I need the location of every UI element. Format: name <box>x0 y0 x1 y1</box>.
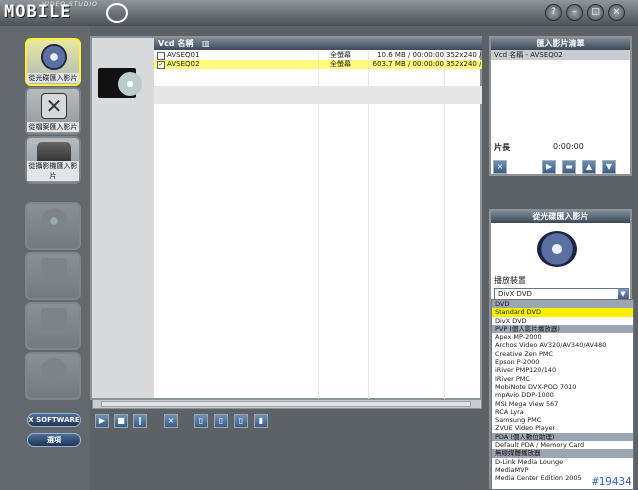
duration-row: 片長 0:00:00 <box>491 142 630 154</box>
logo-mark-icon <box>106 3 128 23</box>
sidebar-item-label: 從攝影機匯入影片 <box>27 161 79 181</box>
dropdown-option[interactable]: D-Link Media Lounge <box>492 458 633 466</box>
sidebar-item-photo <box>25 252 81 300</box>
disc-import-icon <box>537 231 577 267</box>
disc-thumbnail-area <box>92 38 154 398</box>
view-mode-2-icon[interactable]: ▯ <box>214 414 228 428</box>
title-bar: MOBILE VIDEO STUDIO ? – □ × <box>0 0 638 26</box>
dropdown-option[interactable]: Archos Video AV320/AV340/AV480 <box>492 341 633 349</box>
close-icon[interactable]: × <box>608 4 625 21</box>
list-item[interactable]: Vcd 名稱 - AVSEQ02 <box>491 50 630 60</box>
play-preview-icon[interactable]: ▶ <box>542 160 556 174</box>
x-software-button[interactable]: X SOFTWARE <box>27 413 81 427</box>
file-list-header: Vcd 名稱 ▥ <box>154 38 482 50</box>
row-info: 10.6 MB / 00:00:00 <box>377 51 444 59</box>
device-dropdown-list[interactable]: DVD Standard DVD DivX DVD PVP (個人影片播放器) Apex… <box>491 299 634 490</box>
scrollbar-thumb[interactable] <box>101 401 471 407</box>
restore-icon[interactable]: □ <box>587 4 604 21</box>
column-name-header[interactable]: Vcd 名稱 <box>158 38 193 50</box>
dropdown-option[interactable]: MobiNote DVX-POD 7010 <box>492 383 633 391</box>
import-list-panel: 匯入影片清單 Vcd 名稱 - AVSEQ02 片長 0:00:00 <box>489 36 632 176</box>
row-checkbox[interactable] <box>157 52 165 60</box>
pause-icon[interactable]: ‖ <box>133 414 147 428</box>
dropdown-option[interactable]: DivX DVD <box>492 317 633 325</box>
dropdown-option[interactable]: mpAvio DDP-1000 <box>492 391 633 399</box>
row-checkbox[interactable]: ✓ <box>157 61 165 69</box>
dropdown-option[interactable]: Apex MP-2000 <box>492 333 633 341</box>
row-name: AVSEQ02 <box>167 60 200 68</box>
import-list-title: 匯入影片清單 <box>491 38 630 50</box>
options-button[interactable]: 選項 <box>27 433 81 447</box>
stop-preview-icon[interactable]: ▬ <box>562 160 576 174</box>
dropdown-group-header: 無線媒體播放器 <box>492 449 633 458</box>
dropdown-option[interactable]: Creative Zen PMC <box>492 350 633 358</box>
device-label: 播放裝置 <box>494 276 526 285</box>
remove-icon[interactable]: × <box>164 414 178 428</box>
row-subtitle: 全螢幕 <box>330 51 351 59</box>
play-icon[interactable]: ▶ <box>95 414 109 428</box>
column-toggle-icon[interactable]: ▥ <box>202 38 210 50</box>
device-panel-title: 從光碟匯入影片 <box>491 211 630 223</box>
file-list-panel: Vcd 名稱 ▥ AVSEQ01 全螢幕 10.6 MB / 00:00:00 … <box>90 36 482 400</box>
view-mode-3-icon[interactable]: ▯ <box>234 414 248 428</box>
row-subtitle: 全螢幕 <box>330 60 351 68</box>
row-res: 352x240 / <box>446 60 482 68</box>
dropdown-option[interactable]: Standard DVD <box>492 308 633 317</box>
app-logo-subtext: VIDEO STUDIO <box>42 1 98 8</box>
minimize-icon[interactable]: – <box>566 4 583 21</box>
dropdown-option[interactable]: iRiver PMP120/140 <box>492 366 633 374</box>
dropdown-option[interactable]: Samsung PMC <box>492 416 633 424</box>
column-divider <box>368 51 369 400</box>
sidebar-item-disc-settings <box>25 352 81 400</box>
sidebar-item-import-disc[interactable]: 從光碟匯入影片 <box>25 38 81 86</box>
dropdown-option[interactable]: IRiver PMC <box>492 375 633 383</box>
sidebar-item-import-file[interactable]: ✕ 從檔案匯入影片 <box>25 87 81 135</box>
edit-icon <box>41 308 67 334</box>
stop-icon[interactable]: ■ <box>114 414 128 428</box>
horizontal-scrollbar[interactable] <box>92 399 482 409</box>
watermark: #19434 <box>592 475 632 488</box>
dropdown-option[interactable]: ZVUE Video Player <box>492 424 633 432</box>
disc-icon <box>118 72 142 96</box>
move-down-icon[interactable]: ▼ <box>602 160 616 174</box>
help-icon[interactable]: ? <box>545 4 562 21</box>
disc-settings-icon <box>41 358 67 384</box>
remove-item-icon[interactable]: × <box>493 160 507 174</box>
photo-edit-icon <box>41 258 67 284</box>
view-mode-1-icon[interactable]: ▯ <box>194 414 208 428</box>
row-info: 603.7 MB / 00:00:00 <box>372 60 444 68</box>
dropdown-option[interactable]: Epson P-2000 <box>492 358 633 366</box>
column-divider <box>318 51 319 400</box>
move-up-icon[interactable]: ▲ <box>582 160 596 174</box>
sidebar-item-label: 從檔案匯入影片 <box>27 122 79 132</box>
sidebar-item-burn-disc <box>25 202 81 250</box>
file-import-icon: ✕ <box>41 93 67 119</box>
sidebar-item-edit <box>25 302 81 350</box>
dropdown-option[interactable]: MediaMVP <box>492 466 633 474</box>
dropdown-group-header: PDA (個人數位助理) <box>492 432 633 442</box>
dropdown-option[interactable]: RCA Lyra <box>492 408 633 416</box>
sidebar-item-import-camcorder[interactable]: 從攝影機匯入影片 <box>25 136 81 184</box>
dropdown-group-header: PVP (個人影片播放器) <box>492 324 633 334</box>
sidebar-item-label: 從光碟匯入影片 <box>27 73 79 83</box>
dropdown-group-header: DVD <box>492 300 633 309</box>
column-divider <box>444 51 445 400</box>
disc-burn-icon <box>41 208 67 234</box>
row-name: AVSEQ01 <box>167 51 200 59</box>
duration-label: 片長 <box>494 143 510 152</box>
disc-import-icon <box>41 44 67 70</box>
chevron-down-icon[interactable]: ▼ <box>618 289 628 299</box>
duration-value: 0:00:00 <box>553 142 584 151</box>
dropdown-option[interactable]: MSI Mega View 567 <box>492 400 633 408</box>
dropdown-option[interactable]: Default PDA / Memory Card <box>492 441 633 449</box>
view-mode-4-icon[interactable]: ▮ <box>254 414 268 428</box>
device-select-value: DivX DVD <box>498 290 532 298</box>
row-res: 352x240 / <box>446 51 482 59</box>
